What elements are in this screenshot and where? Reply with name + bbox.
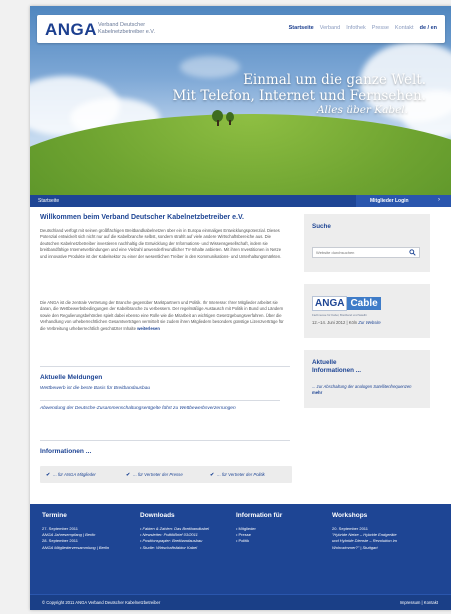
info-box-title-line: Informationen ... — [312, 367, 361, 374]
footer-termine-title: Termine — [42, 512, 67, 519]
nav-presse[interactable]: Presse — [372, 25, 389, 31]
info-link-press[interactable]: ✔... für Vertreter der Presse — [126, 472, 183, 478]
copyright-text: © Copyright 2011 ANGA Verband Deutscher … — [42, 600, 161, 605]
hero-headline: Einmal um die ganze Welt. Mit Telefon, I… — [46, 72, 426, 117]
info-box-title-line: Aktuelle — [312, 359, 337, 366]
about-paragraph: Die ANGA ist die zentrale Vertretung der… — [40, 300, 288, 332]
member-login-button[interactable]: Mitglieder Login › — [356, 195, 451, 207]
footer-termine-event[interactable]: ANGA Mitgliederversammlung | Berlin — [42, 545, 109, 551]
search-field — [312, 247, 420, 258]
news-title: Aktuelle Meldungen — [40, 374, 103, 381]
info-links-bar: ✔... für ANGA Mitglieder ✔... für Vertre… — [40, 466, 292, 483]
hero-line-3: Alles über Kabel. — [316, 104, 408, 116]
footer-info-title: Information für — [236, 512, 283, 519]
cable-event-date: 12.–14. Juni 2012 | Köln Zur Website — [312, 320, 381, 325]
anga-logo[interactable]: ANGA — [45, 20, 97, 40]
top-bar: ANGA Verband Deutscher Kabelnetzbetreibe… — [37, 15, 445, 43]
search-icon[interactable] — [409, 249, 416, 256]
footer-downloads-title: Downloads — [140, 512, 175, 519]
cable-logo-cable: Cable — [347, 297, 381, 310]
read-more-link[interactable]: weiterlesen — [137, 326, 160, 331]
breadcrumb-bar: Startseite Mitglieder Login › — [30, 195, 451, 207]
anga-cable-logo[interactable]: ANGA Cable — [312, 296, 381, 311]
cable-website-link[interactable]: Zur Website — [358, 320, 381, 325]
info-box-more-link[interactable]: mehr — [312, 390, 322, 395]
search-input[interactable] — [316, 250, 406, 255]
breadcrumb[interactable]: Startseite — [38, 198, 59, 204]
checkmark-icon: ✔ — [210, 472, 215, 478]
footer-info-link[interactable]: Politik — [236, 538, 282, 544]
news-item[interactable]: Abwendung der Deutsche-Zusammenschaltung… — [40, 406, 280, 412]
footer: Termine 27. September 2011 ANGA Jahresem… — [30, 504, 451, 594]
member-login-label: Mitglieder Login — [370, 198, 409, 204]
info-link-label: ... für Vertreter der Politik — [217, 472, 265, 477]
nav-startseite[interactable]: Startseite — [289, 25, 314, 31]
cable-logo-anga: ANGA — [312, 296, 348, 311]
footer-info: Information für Mitglieder Presse Politi… — [236, 512, 282, 545]
intro-paragraph: Deutschland verfügt mit seinen großfläch… — [40, 228, 282, 259]
hero-line-1: Einmal um die ganze Welt. — [243, 72, 426, 88]
footer-termine: Termine 27. September 2011 ANGA Jahresem… — [42, 512, 109, 551]
footer-downloads: Downloads Fakten & Zahlen: Das Breitband… — [140, 512, 209, 551]
cable-tagline: Fachmesse für Kabel, Breitband und Satel… — [312, 313, 367, 317]
footer-workshop-line[interactable]: Wohnzimmer?" | Stuttgart — [332, 545, 397, 551]
cable-date-text: 12.–14. Juni 2012 | Köln — [312, 320, 358, 325]
news-item[interactable]: Wettbewerb ist die beste Basis für Breit… — [40, 386, 280, 392]
divider — [40, 366, 290, 367]
logo-subtitle: Verband Deutscher Kabelnetzbetreiber e.V… — [98, 22, 155, 36]
info-link-members[interactable]: ✔... für ANGA Mitglieder — [46, 472, 96, 478]
copyright-bar: © Copyright 2011 ANGA Verband Deutscher … — [30, 594, 451, 610]
info-box-title: Aktuelle Informationen ... — [312, 359, 361, 375]
arrow-right-icon: › — [438, 197, 440, 203]
info-link-label: ... für Vertreter der Presse — [133, 472, 183, 477]
welcome-title: Willkommen beim Verband Deutscher Kabeln… — [40, 214, 244, 221]
nav-infothek[interactable]: Infothek — [346, 25, 366, 31]
info-link-politics[interactable]: ✔... für Vertreter der Politik — [210, 472, 265, 478]
checkmark-icon: ✔ — [126, 472, 131, 478]
hero-banner: ANGA Verband Deutscher Kabelnetzbetreibe… — [30, 6, 451, 195]
info-box-text: ... zur Abschaltung der analogen Satelli… — [312, 384, 422, 396]
about-paragraph-text: Die ANGA ist die zentrale Vertretung der… — [40, 300, 284, 331]
info-link-label: ... für ANGA Mitglieder — [53, 472, 96, 477]
info-box-text-body: ... zur Abschaltung der analogen Satelli… — [312, 384, 412, 389]
info-title: Informationen ... — [40, 448, 92, 455]
logo-subtitle-line: Verband Deutscher — [98, 22, 146, 28]
divider — [40, 440, 290, 441]
search-box: Suche — [304, 214, 430, 272]
footer-download-link[interactable]: Positionspapier: Breitbandausbau — [140, 538, 209, 544]
tree-trunk — [229, 120, 231, 125]
news-info-box: Aktuelle Informationen ... ... zur Absch… — [304, 350, 430, 408]
footer-workshops-title: Workshops — [332, 512, 368, 519]
footer-download-link[interactable]: Studie: Wirtschaftsfaktor Kabel — [140, 545, 209, 551]
main-nav: Startseite Verband Infothek Presse Konta… — [289, 25, 437, 31]
checkmark-icon: ✔ — [46, 472, 51, 478]
footer-workshop-line[interactable]: und Hybride Dienste – Revolution im — [332, 538, 397, 544]
hero-line-2: Mit Telefon, Internet und Fernsehen. — [172, 88, 426, 104]
page: ANGA Verband Deutscher Kabelnetzbetreibe… — [30, 6, 451, 610]
imprint-contact-links[interactable]: Impressum | Kontakt — [400, 600, 438, 605]
footer-workshops: Workshops 20. September 2011 "Hybride Ne… — [332, 512, 397, 551]
tree-trunk — [217, 120, 219, 126]
search-title: Suche — [312, 223, 331, 230]
divider — [40, 400, 280, 401]
logo-subtitle-line: Kabelnetzbetreiber e.V. — [98, 29, 155, 35]
nav-kontakt[interactable]: Kontakt — [395, 25, 414, 31]
language-switch[interactable]: de / en — [420, 25, 437, 31]
anga-cable-box: ANGA Cable Fachmesse für Kabel, Breitban… — [304, 284, 430, 338]
nav-verband[interactable]: Verband — [320, 25, 341, 31]
